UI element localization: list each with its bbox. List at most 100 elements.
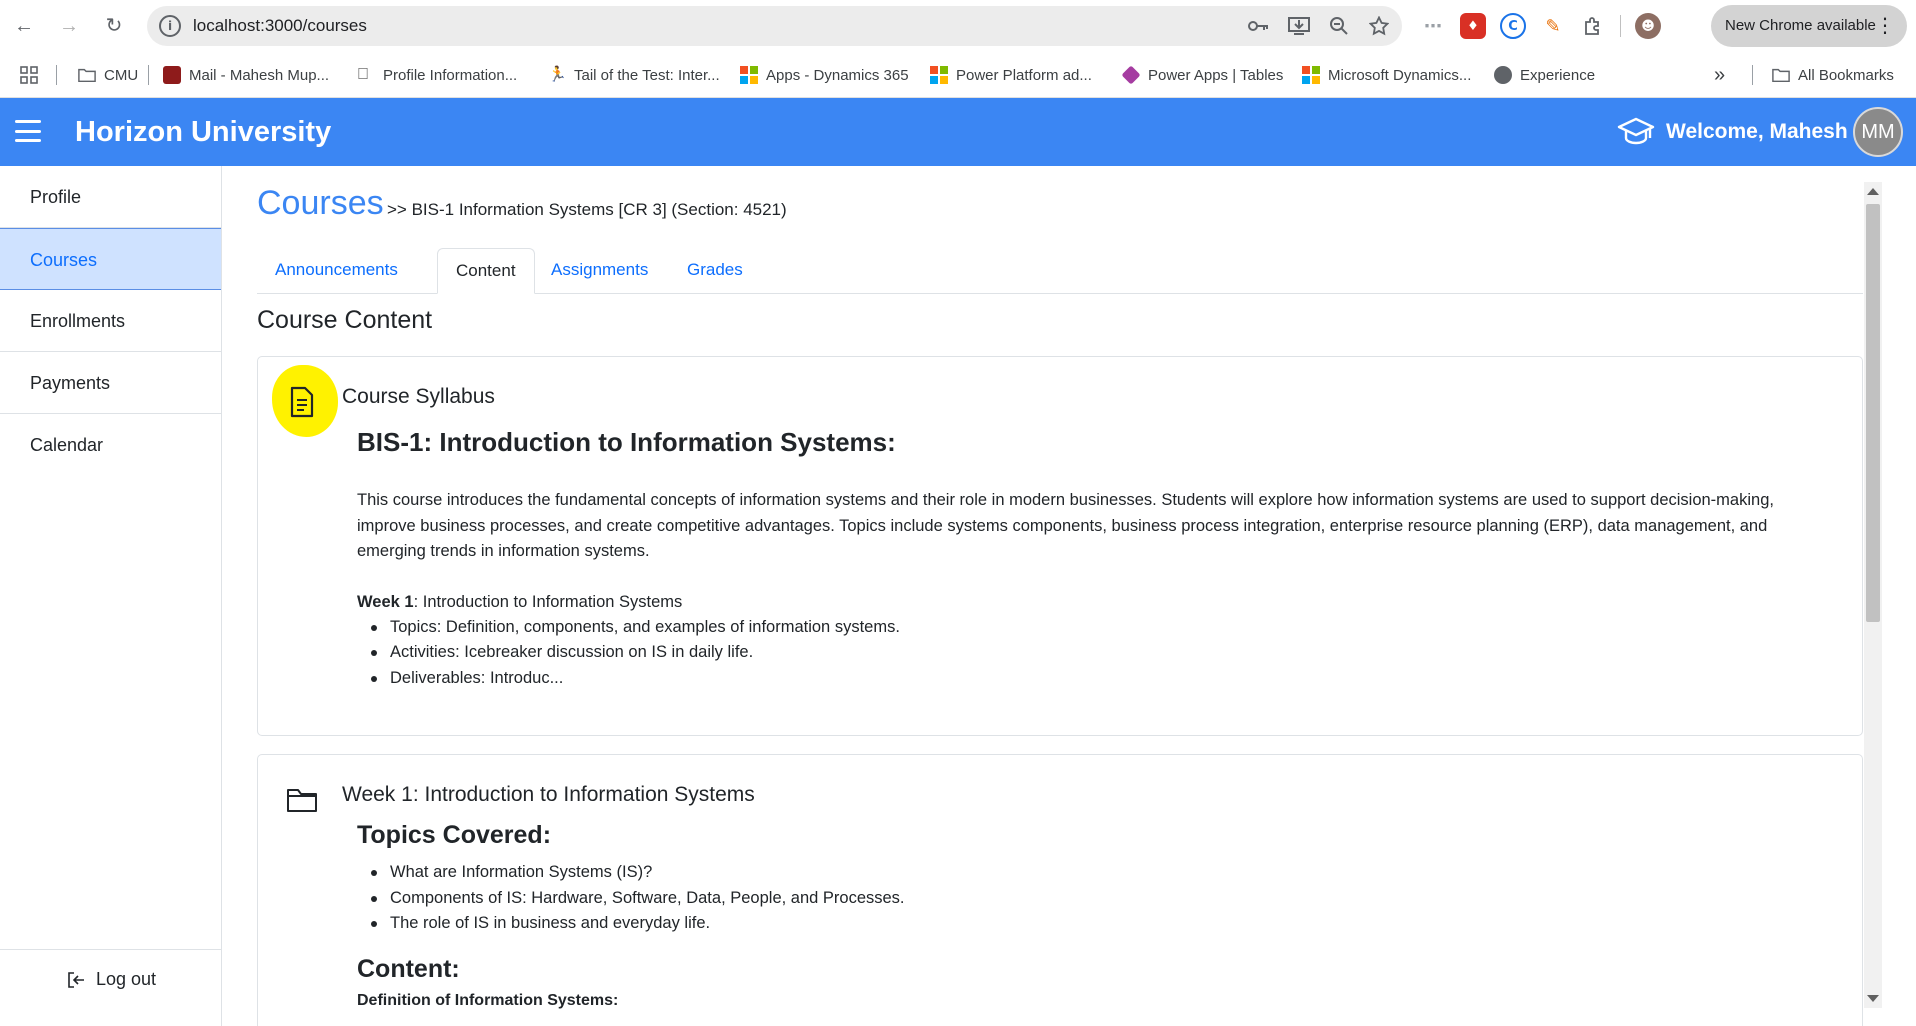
- main-content: Courses >> BIS-1 Information Systems [CR…: [223, 166, 1916, 1026]
- bookmark-power-platform[interactable]: Power Platform ad...: [930, 52, 1092, 98]
- install-app-icon[interactable]: [1288, 15, 1310, 37]
- list-item: Topics: Definition, components, and exam…: [371, 615, 1797, 641]
- page-title: Courses: [257, 184, 384, 222]
- user-avatar[interactable]: MM: [1853, 107, 1903, 157]
- list-item: What are Information Systems (IS)?: [371, 860, 1797, 886]
- welcome-text: Welcome, Mahesh: [1666, 120, 1848, 143]
- all-bookmarks-label: All Bookmarks: [1798, 66, 1894, 84]
- runner-icon: 🏃: [548, 66, 567, 83]
- bookmark-tail-of-the-test[interactable]: 🏃 Tail of the Test: Inter...: [548, 52, 720, 98]
- site-info-icon[interactable]: i: [159, 15, 181, 37]
- new-chrome-available-button[interactable]: New Chrome available ⋮: [1711, 5, 1907, 47]
- tab-content[interactable]: Content: [437, 248, 535, 294]
- folder-icon: [280, 777, 324, 823]
- syllabus-body: BIS-1: Introduction to Information Syste…: [357, 427, 1797, 691]
- tab-announcements[interactable]: Announcements: [257, 248, 416, 294]
- definition-heading: Definition of Information Systems:: [357, 991, 619, 1009]
- syllabus-title[interactable]: Course Syllabus: [342, 385, 495, 409]
- syllabus-description: This course introduces the fundamental c…: [357, 491, 1774, 560]
- microsoft-logo-icon: [1302, 66, 1320, 84]
- week1-title[interactable]: Week 1: Introduction to Information Syst…: [342, 783, 755, 807]
- week-label: Week 1: [357, 592, 414, 611]
- power-apps-icon: [1121, 65, 1141, 85]
- apple-icon: : [357, 66, 375, 84]
- topics-list: What are Information Systems (IS)? Compo…: [357, 860, 1797, 937]
- section-title: Course Content: [257, 306, 433, 334]
- address-url[interactable]: localhost:3000/courses: [193, 6, 367, 46]
- extensions-puzzle-icon[interactable]: [1580, 13, 1606, 39]
- course-tabs: Announcements Content Assignments Grades: [257, 248, 1863, 294]
- extension-c-icon[interactable]: C: [1500, 13, 1526, 39]
- forward-arrow-icon[interactable]: →: [55, 12, 83, 40]
- chrome-menu-icon[interactable]: ⋮: [1875, 5, 1895, 47]
- sidebar-item-payments[interactable]: Payments: [0, 352, 221, 414]
- syllabus-bullet-list: Topics: Definition, components, and exam…: [357, 615, 1797, 692]
- bookmark-label: Mail - Mahesh Mup...: [189, 66, 330, 84]
- new-chrome-label: New Chrome available: [1725, 17, 1876, 34]
- topics-heading: Topics Covered:: [357, 821, 552, 849]
- profile-avatar-icon[interactable]: ☻: [1635, 13, 1661, 39]
- week1-body: Topics Covered: What are Information Sys…: [357, 821, 1797, 1010]
- logout-label: Log out: [95, 969, 157, 989]
- bookmark-label: Microsoft Dynamics...: [1328, 66, 1472, 84]
- bookmark-label: Power Apps | Tables: [1148, 66, 1284, 84]
- tab-grades[interactable]: Grades: [669, 248, 761, 294]
- list-item: The role of IS in business and everyday …: [371, 911, 1797, 937]
- sidebar-item-calendar[interactable]: Calendar: [0, 414, 221, 476]
- all-bookmarks-button[interactable]: All Bookmarks: [1772, 52, 1894, 98]
- bookmark-separator: [56, 52, 57, 98]
- bookmark-apps-dynamics[interactable]: Apps - Dynamics 365: [740, 52, 909, 98]
- syllabus-week-line: Week 1: Introduction to Information Syst…: [357, 590, 1797, 615]
- bookmark-label: CMU: [104, 66, 139, 84]
- microsoft-logo-icon: [740, 66, 758, 84]
- zoom-icon[interactable]: [1328, 15, 1350, 37]
- page-scrollbar[interactable]: [1864, 182, 1882, 1008]
- bookmark-mail[interactable]: Mail - Mahesh Mup...: [163, 52, 329, 98]
- bookmark-label: Experience: [1520, 66, 1596, 84]
- extension-pen-icon[interactable]: ✎: [1540, 13, 1566, 39]
- scroll-thumb[interactable]: [1866, 204, 1880, 622]
- tab-assignments[interactable]: Assignments: [533, 248, 666, 294]
- extension-red-icon[interactable]: ♦: [1460, 13, 1486, 39]
- sidebar-item-enrollments[interactable]: Enrollments: [0, 290, 221, 352]
- bookmark-cmu[interactable]: CMU: [78, 52, 138, 98]
- bookmark-experience[interactable]: Experience: [1494, 52, 1595, 98]
- bookmark-label: Profile Information...: [383, 66, 518, 84]
- bookmark-power-apps[interactable]: Power Apps | Tables: [1121, 52, 1284, 98]
- sidebar-item-courses[interactable]: Courses: [0, 228, 221, 290]
- logout-icon: [68, 971, 84, 988]
- list-item: Components of IS: Hardware, Software, Da…: [371, 886, 1797, 912]
- bookmark-separator: [148, 52, 149, 98]
- bookmark-microsoft-dynamics[interactable]: Microsoft Dynamics...: [1302, 52, 1471, 98]
- microsoft-logo-icon: [930, 66, 948, 84]
- browser-toolbar: ← → ↻ i localhost:3000/courses ⋯ ♦ C ✎ ☻…: [0, 0, 1916, 52]
- reload-icon[interactable]: ↻: [100, 12, 128, 40]
- scroll-down-arrow-icon[interactable]: [1867, 995, 1879, 1002]
- password-key-icon[interactable]: [1248, 15, 1270, 37]
- cmu-logo-icon: [163, 66, 181, 84]
- bookmark-star-icon[interactable]: [1368, 15, 1390, 37]
- scroll-up-arrow-icon[interactable]: [1867, 188, 1879, 195]
- graduation-cap-icon: [1617, 117, 1655, 145]
- content-heading: Content:: [357, 954, 460, 983]
- back-arrow-icon[interactable]: ←: [10, 12, 38, 40]
- syllabus-heading: BIS-1: Introduction to Information Syste…: [357, 427, 896, 457]
- folder-icon: [78, 68, 96, 83]
- syllabus-card: Course Syllabus BIS-1: Introduction to I…: [257, 356, 1863, 736]
- list-item: Activities: Icebreaker discussion on IS …: [371, 640, 1797, 666]
- app-header: Horizon University Welcome, Mahesh MM: [0, 98, 1916, 166]
- bookmark-profile-information[interactable]:  Profile Information...: [357, 52, 517, 98]
- brand-title: Horizon University: [75, 116, 332, 148]
- document-icon: [280, 379, 324, 425]
- list-item: Deliverables: Introduc...: [371, 666, 1797, 692]
- bookmark-label: Power Platform ad...: [956, 66, 1092, 84]
- hamburger-menu-icon[interactable]: [15, 120, 41, 142]
- toolbar-divider: [1620, 15, 1621, 37]
- extension-puzzle-dots-icon[interactable]: ⋯: [1420, 13, 1446, 39]
- sidebar-item-profile[interactable]: Profile: [0, 166, 221, 228]
- address-bar[interactable]: i localhost:3000/courses: [147, 6, 1402, 46]
- apps-grid-icon[interactable]: [20, 52, 38, 98]
- bookmarks-overflow-icon[interactable]: »: [1714, 52, 1725, 98]
- logout-button[interactable]: Log out: [0, 949, 222, 1009]
- sidebar: Profile Courses Enrollments Payments Cal…: [0, 166, 222, 1026]
